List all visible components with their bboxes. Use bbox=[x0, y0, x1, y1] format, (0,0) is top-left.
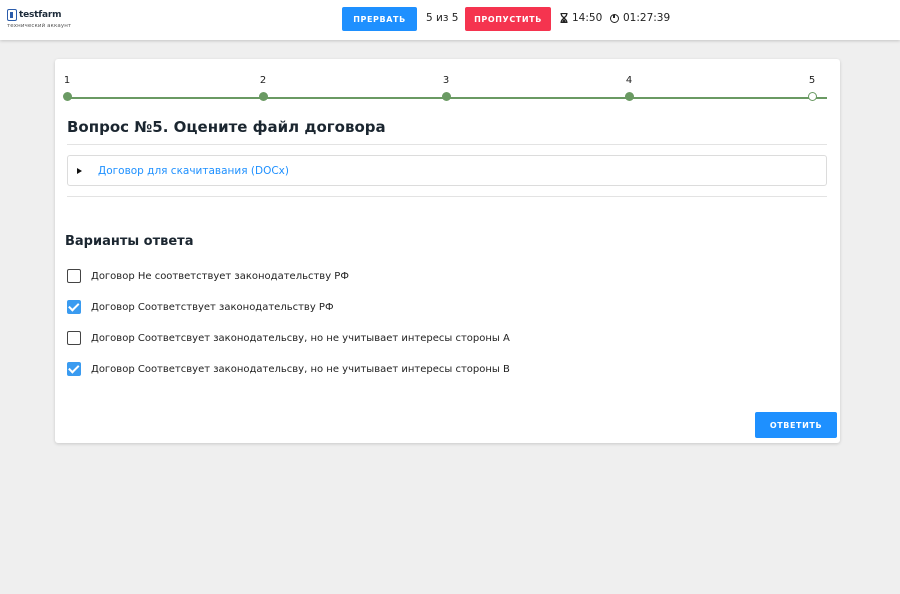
logo: testfarm технический аккаунт bbox=[7, 9, 71, 29]
divider bbox=[67, 196, 827, 197]
checkbox[interactable] bbox=[67, 331, 81, 345]
attachment-panel[interactable]: Договор для скачитавания (DOCx) bbox=[67, 155, 827, 186]
step-number: 1 bbox=[63, 75, 71, 86]
account-label: технический аккаунт bbox=[7, 23, 72, 29]
step-5[interactable]: 5 bbox=[802, 75, 822, 101]
total-timer-value: 01:27:39 bbox=[623, 12, 671, 24]
skip-button[interactable]: ПРОПУСТИТЬ bbox=[465, 7, 551, 31]
total-timer: 01:27:39 bbox=[610, 12, 670, 24]
checkbox[interactable] bbox=[67, 269, 81, 283]
question-timer: 14:50 bbox=[560, 12, 602, 24]
question-timer-value: 14:50 bbox=[572, 12, 603, 24]
caret-right-icon[interactable] bbox=[77, 167, 82, 174]
answer-label: Договор Соответствует законодательству Р… bbox=[91, 301, 334, 313]
step-dot-done bbox=[258, 92, 268, 101]
question-counter: 5 из 5 bbox=[426, 12, 459, 24]
step-dot-done bbox=[624, 92, 634, 101]
checkbox-checked[interactable] bbox=[67, 300, 81, 314]
answer-option-1[interactable]: Договор Не соответствует законодательств… bbox=[67, 269, 349, 283]
attachment-link[interactable]: Договор для скачитавания (DOCx) bbox=[98, 165, 289, 177]
clock-icon bbox=[610, 13, 619, 23]
progress-steps: 1 2 3 4 5 bbox=[62, 75, 827, 105]
top-bar: testfarm технический аккаунт ПРЕРВАТЬ 5 … bbox=[0, 0, 900, 40]
step-dot-current bbox=[807, 92, 817, 101]
logo-text: testfarm bbox=[19, 10, 62, 20]
interrupt-button[interactable]: ПРЕРВАТЬ bbox=[342, 7, 417, 31]
answer-option-2[interactable]: Договор Соответствует законодательству Р… bbox=[67, 300, 334, 314]
step-number: 5 bbox=[808, 75, 816, 86]
divider bbox=[67, 144, 827, 145]
question-card: 1 2 3 4 5 Вопрос №5. Оцените файл догово… bbox=[55, 59, 840, 443]
step-1[interactable]: 1 bbox=[57, 75, 77, 101]
answer-option-4[interactable]: Договор Соответсвует законодательсву, но… bbox=[67, 362, 510, 376]
answer-label: Договор Соответсвует законодательсву, но… bbox=[91, 363, 510, 375]
hourglass-icon bbox=[560, 13, 568, 23]
answer-label: Договор Не соответствует законодательств… bbox=[91, 270, 349, 282]
answer-button[interactable]: ОТВЕТИТЬ bbox=[755, 412, 837, 438]
step-4[interactable]: 4 bbox=[619, 75, 639, 101]
step-number: 3 bbox=[442, 75, 450, 86]
question-title: Вопрос №5. Оцените файл договора bbox=[67, 118, 386, 136]
answer-label: Договор Соответсвует законодательсву, но… bbox=[91, 332, 510, 344]
step-2[interactable]: 2 bbox=[253, 75, 273, 101]
answers-title: Варианты ответа bbox=[65, 234, 194, 249]
step-number: 4 bbox=[625, 75, 633, 86]
step-dot-done bbox=[62, 92, 72, 101]
step-dot-done bbox=[441, 92, 451, 101]
step-3[interactable]: 3 bbox=[436, 75, 456, 101]
step-number: 2 bbox=[259, 75, 267, 86]
checkbox-checked[interactable] bbox=[67, 362, 81, 376]
logo-mark-icon bbox=[7, 9, 17, 21]
answer-option-3[interactable]: Договор Соответсвует законодательсву, но… bbox=[67, 331, 510, 345]
